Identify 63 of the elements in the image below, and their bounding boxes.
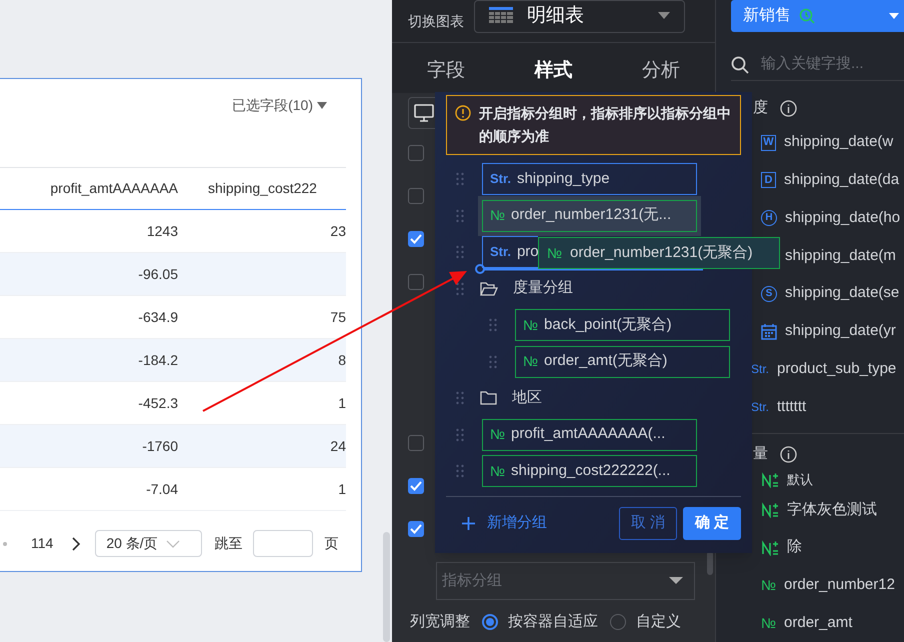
table-cell-text: 1 (338, 394, 346, 412)
string-type-icon: Str. (751, 360, 770, 378)
table-cell-text: 23 (330, 222, 346, 240)
chart-switch-label: 切换图表 (408, 12, 464, 30)
time-type-icon: H (761, 210, 777, 226)
field-item[interactable]: order_number12 (784, 574, 895, 597)
notice-text: 开启指标分组时，指标排序以指标分组中的顺序为准 (479, 104, 732, 146)
chart-type-select[interactable]: 明细表 (474, 0, 685, 32)
table-cell-text: 1243 (146, 222, 178, 240)
field-item[interactable]: 默认 (787, 470, 813, 490)
number-type-icon: № (761, 574, 776, 596)
table-cell-text: -184.2 (137, 350, 178, 370)
table-cell-text: -7.04 (145, 480, 178, 498)
confirm-button[interactable]: 确 定 (683, 507, 741, 540)
tab[interactable]: 字段 (392, 50, 500, 86)
table-cell-text: 8 (338, 350, 346, 370)
page-size-select[interactable]: 20 条/页 (95, 530, 202, 557)
column-header[interactable]: profit_amtAAAAAAA (0, 178, 178, 199)
field-chip[interactable]: Str. shipping_type (482, 163, 697, 195)
table-cell-text: -96.05 (137, 264, 178, 284)
field-item[interactable]: order_amt (784, 612, 852, 634)
field-item[interactable]: product_sub_type (777, 358, 896, 381)
field-item[interactable]: shipping_date(yr (785, 320, 896, 343)
time-type-icon: S (761, 286, 777, 302)
tab[interactable]: 样式 (500, 50, 608, 86)
field-item[interactable]: 除 (787, 536, 802, 559)
group-label: 地区 (512, 388, 542, 408)
radio-option[interactable]: 自定义 (610, 611, 681, 634)
date-type-icon: D (761, 172, 776, 188)
table-cell-text: 24 (330, 436, 346, 456)
table-cell-text: -452.3 (137, 394, 178, 412)
selected-fields-dropdown[interactable]: 已选字段(10) (232, 95, 327, 116)
field-item[interactable]: shipping_date(ho (785, 206, 900, 230)
drag-ghost: № order_number1231(无聚合) (538, 237, 780, 269)
column-width-label: 列宽调整 (410, 612, 470, 632)
page-unit-label: 页 (324, 534, 338, 553)
field-chip[interactable]: № back_point(无聚合) (515, 309, 730, 341)
column-header[interactable]: shipping_cost222 (178, 178, 346, 199)
field-item[interactable]: ttttttt (777, 396, 806, 418)
section-header: 度 (753, 98, 768, 118)
string-type-icon: Str. (751, 398, 770, 416)
field-item[interactable]: 字体灰色测试 (787, 498, 877, 522)
page-number[interactable]: 114 (31, 533, 54, 554)
table-cell-text: 1 (338, 480, 346, 498)
field-chip[interactable]: № shipping_cost222222(... (482, 455, 697, 487)
field-item[interactable]: shipping_date(w (784, 131, 894, 154)
table-cell-text: -1760 (141, 436, 178, 456)
number-type-icon: № (761, 612, 776, 634)
add-group-button[interactable]: 新增分组 (462, 512, 547, 535)
field-chip[interactable]: № profit_amtAAAAAAA(... (482, 418, 697, 450)
field-item[interactable]: shipping_date(se (785, 282, 900, 305)
table-cell-text: 75 (330, 308, 346, 326)
radio-option[interactable]: 按容器自适应 (482, 611, 598, 634)
date-type-icon: W (761, 134, 776, 151)
group-label: 度量分组 (513, 278, 573, 298)
jump-label: 跳至 (214, 534, 242, 553)
field-item[interactable]: shipping_date(da (784, 169, 900, 192)
tab[interactable]: 分析 (607, 50, 716, 86)
dataset-select[interactable]: 新销售 (731, 0, 904, 32)
table-cell-text: -634.9 (137, 308, 178, 326)
field-item[interactable]: shipping_date(m (785, 244, 896, 268)
section-header: 量 (753, 444, 768, 464)
field-chip[interactable]: № order_amt(无聚合) (515, 346, 730, 378)
